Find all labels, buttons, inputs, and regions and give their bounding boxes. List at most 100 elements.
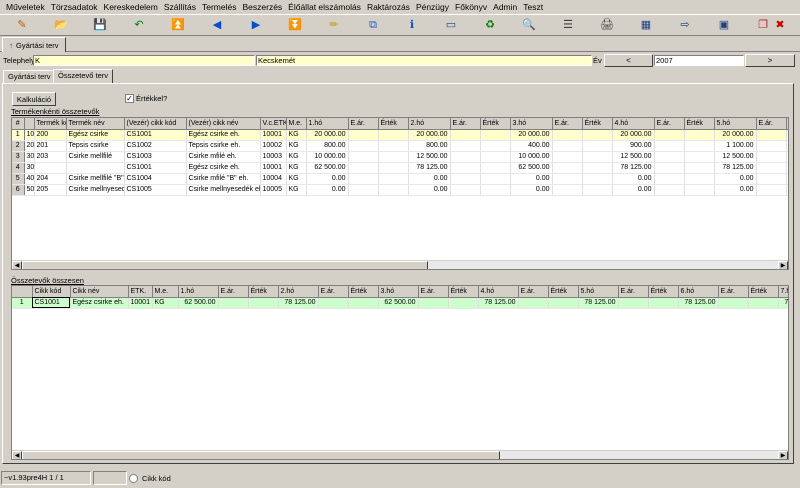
pencil-icon[interactable]: ✏ [316,17,352,34]
table-cell[interactable]: CS1002 [124,140,187,152]
table-cell[interactable]: 6 [12,184,25,196]
table-cell[interactable] [654,129,685,141]
table-cell[interactable] [348,173,379,185]
column-header[interactable]: 2.hó [408,118,451,130]
column-header[interactable]: E.ár. [618,286,649,298]
value-checkbox[interactable]: ✓ Értékkel? [125,94,167,103]
menu-item-8[interactable]: Pénzügy [413,2,452,12]
table-cell[interactable]: 0.00 [408,184,451,196]
table-cell[interactable]: CS1004 [124,173,187,185]
table-cell[interactable] [418,297,449,309]
list-icon[interactable]: ☰ [550,17,586,34]
site-code-field[interactable]: K [33,55,255,66]
table-cell[interactable]: Csirke mfilé "B" eh. [186,173,261,185]
close-icon[interactable]: ✖ [762,17,798,34]
table-cell[interactable] [756,151,787,163]
table-cell[interactable] [786,184,788,196]
table-cell[interactable] [684,151,715,163]
table-cell[interactable]: CS1001 [124,129,187,141]
column-header[interactable]: E.ár. [450,118,481,130]
table-cell[interactable]: 40 [24,173,35,185]
table-cell[interactable] [218,297,249,309]
table-cell[interactable] [756,173,787,185]
table-cell[interactable]: 10002 [260,140,287,152]
refresh-icon[interactable]: ♻ [472,17,508,34]
table-cell[interactable] [654,184,685,196]
column-header[interactable]: Termék név [66,118,125,130]
table-cell[interactable]: 78 125.00 [714,162,757,174]
table-cell[interactable]: 78 125.00 [678,297,719,309]
search-icon[interactable]: 🔍 [511,17,547,34]
table-cell[interactable]: CS1005 [124,184,187,196]
table-cell[interactable]: 1 [12,129,25,141]
table-cell[interactable] [34,162,67,174]
bottom-horizontal-scrollbar[interactable]: ◀ ▶ [12,450,788,459]
column-header[interactable]: 3.hó [378,286,419,298]
table-cell[interactable] [348,162,379,174]
info-icon[interactable]: ℹ [394,17,430,34]
table-cell[interactable]: 20 000.00 [612,129,655,141]
table-cell[interactable]: 0.00 [612,184,655,196]
table-cell[interactable]: 4 [12,162,25,174]
column-header[interactable]: ETK. [128,286,153,298]
table-cell[interactable]: KG [286,129,307,141]
table-cell[interactable] [582,173,613,185]
column-header[interactable]: E.ár. [552,118,583,130]
table-cell[interactable] [378,129,409,141]
table-cell[interactable]: 0.00 [408,173,451,185]
table-cell[interactable] [756,140,787,152]
table-cell[interactable] [480,129,511,141]
column-header[interactable]: E.ár. [654,118,685,130]
table-cell[interactable] [348,140,379,152]
table-cell[interactable]: 12 500.00 [714,151,757,163]
table-cell[interactable] [450,140,481,152]
table-cell[interactable]: Csirke mellnyesedék eh. [186,184,261,196]
table-cell[interactable]: CS1001 [32,297,71,309]
table-cell[interactable]: 0.00 [306,173,349,185]
table-row[interactable]: 3 30 203 Csirke mellfilé CS1003 Csirke mfilé … [12,151,788,163]
column-header[interactable]: Érték [348,286,379,298]
scroll-left-icon[interactable]: ◀ [12,451,22,459]
table-cell[interactable]: Csirke mfilé eh. [186,151,261,163]
article-code-radio[interactable]: Cikk kód [129,473,171,483]
table-cell[interactable] [480,162,511,174]
table-cell[interactable]: 62 500.00 [378,297,419,309]
components-total-grid[interactable]: Cikk kód Cikk név ETK. M.e. 1.hó E.ár. Érték 2.… [11,285,789,460]
table-cell[interactable]: Csirke mellfilé "B" [66,173,125,185]
table-cell[interactable] [480,151,511,163]
column-header[interactable]: E.ár. [318,286,349,298]
table-cell[interactable]: KG [286,184,307,196]
menu-item-2[interactable]: Kereskedelem [101,2,161,12]
last-record-icon[interactable]: ⏬ [277,17,313,34]
table-cell[interactable] [684,140,715,152]
table-cell[interactable]: 50 [24,184,35,196]
column-header[interactable]: (Vezér) cikk név [186,118,261,130]
table-cell[interactable]: 62 500.00 [178,297,219,309]
column-header[interactable]: Cikk kód [32,286,71,298]
table-cell[interactable]: 1 [12,297,33,309]
calculator-icon[interactable]: ▣ [706,17,742,34]
column-header[interactable]: Érték [648,286,679,298]
table-cell[interactable]: 10005 [260,184,287,196]
table-cell[interactable] [648,297,679,309]
table-cell[interactable]: 0.00 [510,173,553,185]
year-field[interactable]: 2007 [654,55,744,66]
table-cell[interactable]: 10003 [260,151,287,163]
column-header[interactable]: 4.hó [478,286,519,298]
column-header[interactable]: Érték [448,286,479,298]
table-cell[interactable]: Tepsis csirke eh. [186,140,261,152]
tab-osszetevo-terv[interactable]: Összetevő terv [53,69,114,83]
table-cell[interactable]: 800.00 [306,140,349,152]
table-cell[interactable] [654,173,685,185]
table-cell[interactable] [786,173,788,185]
table-cell[interactable]: 78 125.00 [408,162,451,174]
column-header[interactable]: Érték [378,118,409,130]
table-cell[interactable]: 78 125.00 [612,162,655,174]
product-components-grid[interactable]: # Termék kódTermék név(Vezér) cikk kód(Ve… [11,117,789,270]
table-cell[interactable]: 0.00 [306,184,349,196]
table-cell[interactable] [786,151,788,163]
column-header[interactable]: Érték [248,286,279,298]
table-cell[interactable]: 400.00 [510,140,553,152]
table-cell[interactable] [684,129,715,141]
column-header[interactable]: E.ár. [518,286,549,298]
